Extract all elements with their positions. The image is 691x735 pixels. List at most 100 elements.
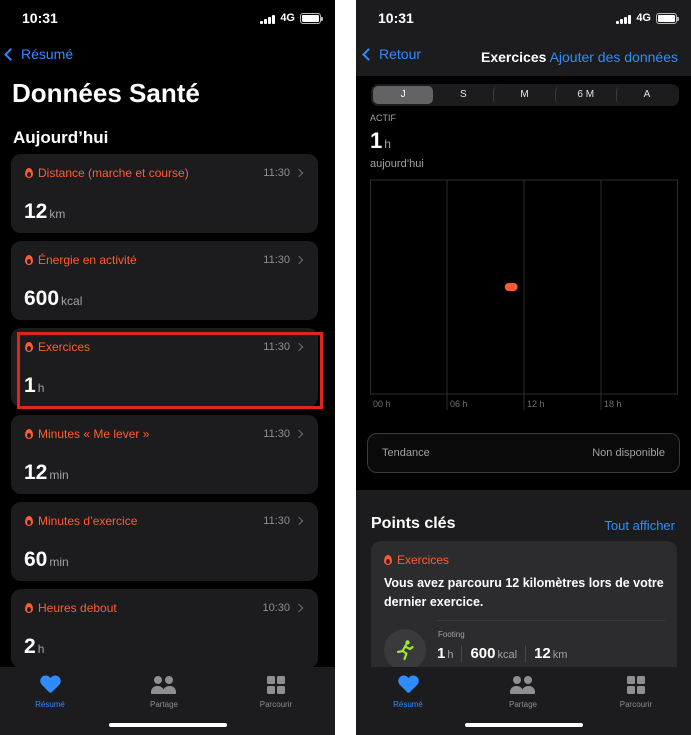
segment-day[interactable]: J	[373, 86, 434, 104]
people-icon	[151, 675, 177, 695]
stat-distance: 12 km	[534, 645, 575, 662]
people-icon	[510, 675, 536, 695]
trend-row[interactable]: Tendance Non disponible	[367, 433, 680, 473]
metric-value: 2	[24, 635, 36, 658]
home-indicator[interactable]	[108, 723, 227, 727]
divider	[437, 620, 665, 621]
stat-unit: km	[552, 649, 568, 661]
key-points-title: Points clés	[371, 515, 456, 532]
grid-icon	[627, 676, 645, 694]
status-time: 10:31	[378, 10, 414, 26]
exercise-chart[interactable]: 00 h 06 h 12 h 18 h	[370, 178, 678, 414]
heart-icon	[40, 676, 60, 694]
highlight-box	[17, 332, 323, 409]
chevron-right-icon	[294, 516, 304, 526]
tab-sharing[interactable]: Partage	[124, 673, 204, 709]
metric-unit: h	[37, 642, 45, 656]
segment-week[interactable]: S	[433, 86, 493, 104]
signal-icon	[260, 14, 275, 24]
tab-label: Résumé	[393, 700, 423, 709]
tab-label: Partage	[508, 700, 538, 709]
segment-6-months[interactable]: 6 M	[554, 86, 616, 104]
metric-list: Distance (marche et course) 11:30 12 km É…	[11, 154, 318, 676]
tab-bar: Résumé Partage Parcourir	[356, 667, 691, 735]
metric-time: 11:30	[263, 515, 290, 527]
metric-label: Distance (marche et course)	[38, 166, 189, 180]
metric-card-exercise-minutes[interactable]: Minutes d’exercice 11:30 60 min	[11, 502, 318, 581]
flame-icon	[25, 168, 33, 178]
tab-label: Parcourir	[259, 700, 293, 709]
tab-bar: Résumé Partage Parcourir	[0, 667, 335, 735]
workout-stats: 1h 600 kcal 12 km	[437, 645, 583, 662]
metric-card-stand-hours[interactable]: Heures debout 10:30 2h	[11, 589, 318, 668]
segment-year[interactable]: A	[615, 86, 677, 104]
chart-tick-label: 12 h	[527, 399, 545, 409]
section-title: Aujourd’hui	[13, 128, 109, 147]
flame-icon	[25, 255, 33, 265]
back-label: Résumé	[21, 46, 74, 62]
back-label: Retour	[379, 46, 422, 62]
chevron-left-icon	[4, 47, 17, 61]
exercises-detail-screen: 10:31 4G Retour Exercices Ajouter des do…	[356, 0, 691, 735]
back-button[interactable]: Retour	[362, 46, 422, 62]
chart-bar	[504, 283, 518, 291]
running-icon	[384, 629, 426, 671]
tab-sharing[interactable]: Partage	[483, 673, 563, 709]
health-data-screen: 10:31 4G Résumé Données Santé Aujourd’hu…	[0, 0, 335, 735]
chevron-right-icon	[294, 168, 304, 178]
metric-label: Minutes d’exercice	[38, 514, 138, 528]
metric-value: 600	[24, 287, 60, 310]
network-label: 4G	[280, 12, 295, 24]
heart-icon	[398, 676, 418, 694]
tab-label: Partage	[149, 700, 179, 709]
metric-unit: km	[49, 207, 66, 221]
signal-icon	[616, 14, 631, 24]
page-title: Données Santé	[12, 78, 200, 108]
nav-title: Exercices	[481, 49, 547, 65]
metric-label: Minutes « Me lever »	[38, 427, 150, 441]
add-data-button[interactable]: Ajouter des données	[550, 49, 678, 65]
tab-browse[interactable]: Parcourir	[236, 673, 316, 709]
metric-card-active-energy[interactable]: Énergie en activité 11:30 600 kcal	[11, 241, 318, 320]
flame-icon	[25, 603, 33, 613]
metric-value: 1	[370, 128, 383, 153]
home-indicator[interactable]	[464, 723, 583, 727]
back-button[interactable]: Résumé	[4, 46, 74, 62]
metric-caption: ACTIF	[370, 113, 396, 123]
status-time: 10:31	[22, 10, 58, 26]
status-bar: 10:31 4G	[0, 10, 335, 30]
chevron-left-icon	[362, 47, 375, 61]
stat-value: 1	[437, 645, 446, 662]
metric-unit: min	[49, 468, 69, 482]
metric-time: 11:30	[263, 254, 290, 266]
metric-card-stand-minutes[interactable]: Minutes « Me lever » 11:30 12 min	[11, 415, 318, 494]
tab-summary[interactable]: Résumé	[10, 673, 90, 709]
segment-month[interactable]: M	[493, 86, 554, 104]
metric-value: 60	[24, 548, 48, 571]
stat-energy: 600 kcal	[470, 645, 527, 662]
metric-card-distance[interactable]: Distance (marche et course) 11:30 12 km	[11, 154, 318, 233]
tab-label: Parcourir	[619, 700, 653, 709]
metric-value: 12	[24, 200, 48, 223]
metric-time: 11:30	[263, 428, 290, 440]
status-bar: 10:31 4G	[356, 10, 691, 30]
metric-unit: min	[49, 555, 69, 569]
chart-tick-label: 00 h	[373, 399, 391, 409]
flame-icon	[384, 555, 392, 565]
stat-duration: 1h	[437, 645, 463, 662]
key-point-text: Vous avez parcouru 12 kilomètres lors de…	[384, 576, 664, 609]
tab-summary[interactable]: Résumé	[368, 673, 448, 709]
grid-icon	[267, 676, 285, 694]
show-all-link[interactable]: Tout afficher	[604, 518, 675, 533]
metric-label: Énergie en activité	[38, 253, 137, 267]
chevron-right-icon	[294, 255, 304, 265]
chart-tick-label: 06 h	[450, 399, 468, 409]
metric-value: 12	[24, 461, 48, 484]
metric-time: 11:30	[263, 167, 290, 179]
tab-browse[interactable]: Parcourir	[596, 673, 676, 709]
trend-value: Non disponible	[592, 447, 665, 459]
trend-label: Tendance	[382, 447, 430, 459]
metric-summary: 1 h	[370, 128, 391, 154]
stat-value: 600	[470, 645, 496, 662]
chart-tick-label: 18 h	[604, 399, 622, 409]
